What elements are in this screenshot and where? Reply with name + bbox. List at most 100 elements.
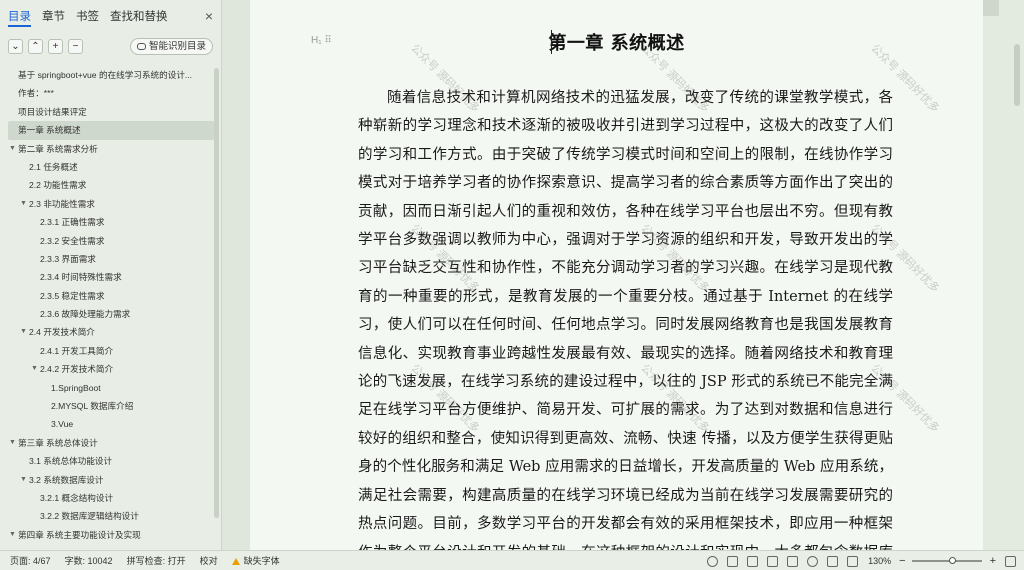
sidebar-tabs: 目录 章节 书签 查找和替换 × [0, 0, 221, 32]
caret-icon[interactable]: ▼ [20, 471, 27, 489]
zoom-slider-knob[interactable] [949, 557, 957, 564]
page-corner [983, 0, 999, 16]
smart-toc-label: 智能识别目录 [148, 40, 206, 52]
toc-item-label: 第三章 系统总体设计 [18, 437, 98, 448]
document-page[interactable]: H₁ ⠿ 第一章 系统概述 随着信息技术和计算机网络技术的迅猛发展，改变了传统的… [250, 0, 983, 550]
caret-icon[interactable]: ▼ [31, 360, 38, 378]
outline-sidebar: 目录 章节 书签 查找和替换 × ⌄ ⌃ + − 智能识别目录 基于 sprin… [0, 0, 222, 550]
proofread-button[interactable]: 校对 [200, 554, 218, 567]
toc-item-label: 2.3.5 稳定性需求 [40, 290, 105, 301]
toc-item[interactable]: ▼ 2.3 非功能性需求 [8, 195, 214, 213]
caret-icon[interactable]: ▼ [20, 195, 27, 213]
ai-icon [136, 42, 146, 50]
toc-item-label: 2.3.2 安全性需求 [40, 235, 105, 246]
expand-all-button[interactable]: ⌃ [28, 38, 43, 54]
add-entry-button[interactable]: + [48, 38, 63, 54]
toc-item[interactable]: ▼ 3.2 系统数据库设计 [8, 471, 214, 489]
toc-item-label: 2.3.3 界面需求 [40, 253, 96, 264]
zoom-slider[interactable] [911, 557, 982, 564]
body-paragraph[interactable]: 随着信息技术和计算机网络技术的迅猛发展，改变了传统的课堂教学模式，各种崭新的学习… [358, 84, 893, 550]
toc-item-label: 基于 springboot+vue 的在线学习系统的设计... [18, 70, 193, 80]
toc-item[interactable]: 2.1 任务概述 [8, 158, 214, 176]
toc-item-label: 3.1 系统总体功能设计 [29, 456, 113, 467]
toc-item[interactable]: 2.3.4 时间特殊性需求 [8, 268, 214, 286]
toc-item[interactable]: ▼ 第二章 系统需求分析 [8, 140, 214, 158]
toc-toolbar: ⌄ ⌃ + − 智能识别目录 [0, 32, 221, 60]
toc-item-label: 2.3.6 故障处理能力需求 [40, 309, 131, 320]
zoom-in-button[interactable]: + [990, 555, 996, 567]
missing-font-label: 缺失字体 [243, 556, 280, 566]
toc-item-label: 项目设计结果评定 [18, 106, 87, 117]
page-view-icon[interactable] [727, 555, 739, 567]
toc-item-label: 第二章 系统需求分析 [18, 143, 98, 154]
view-controls: 130% − + [698, 551, 1016, 570]
toc-item[interactable]: 2.4.1 开发工具简介 [8, 342, 214, 360]
toc-item-label: 2.1 任务概述 [29, 161, 78, 172]
close-icon[interactable]: × [205, 8, 213, 24]
status-bar: 页面: 4/67 字数: 10042 拼写检查: 打开 校对 缺失字体 130%… [0, 550, 1024, 570]
toc-item[interactable]: 3.2.2 数据库逻辑结构设计 [8, 507, 214, 525]
toc-item[interactable]: ▼ 第四章 系统主要功能设计及实现 [8, 526, 214, 544]
tab-find-replace[interactable]: 查找和替换 [110, 6, 168, 26]
tab-toc[interactable]: 目录 [8, 6, 31, 27]
spellcheck-toggle[interactable]: 拼写检查: 打开 [127, 554, 186, 567]
toc-item[interactable]: ▼ 2.4.2 开发技术简介 [8, 360, 214, 378]
toc-item-label: 第一章 系统概述 [18, 125, 81, 136]
toc-item-label: 作者：*** [18, 88, 54, 99]
web-view-icon[interactable] [807, 555, 819, 567]
toc-scrollbar[interactable] [214, 68, 219, 518]
caret-icon[interactable]: ▼ [20, 323, 27, 341]
eye-icon[interactable] [707, 555, 719, 567]
toc-item[interactable]: 2.3.3 界面需求 [8, 250, 214, 268]
toc-item-label: 2.3.4 时间特殊性需求 [40, 272, 122, 283]
text-cursor [551, 30, 552, 54]
toc-item[interactable]: 2.3.5 稳定性需求 [8, 287, 214, 305]
toc-item[interactable]: 项目设计结果评定 [8, 103, 214, 121]
toc-item[interactable]: 作者：*** [8, 84, 214, 102]
watermark-text: 公众号 源码好优多 [250, 360, 253, 436]
toc-item[interactable]: 1.SpringBoot [8, 379, 214, 397]
toc-item-label: 2.4.2 开发技术简介 [40, 364, 114, 375]
zoom-out-button[interactable]: − [899, 555, 905, 567]
toc-item-label: 2.4.1 开发工具简介 [40, 345, 114, 356]
zoom-level[interactable]: 130% [868, 556, 891, 566]
toc-item[interactable]: 2.3.6 故障处理能力需求 [8, 305, 214, 323]
watermark-text: 公众号 源码好优多 [250, 220, 253, 296]
fit-icon[interactable] [847, 555, 859, 567]
toc-item[interactable]: 第一章 系统概述 [8, 121, 214, 140]
toc-item[interactable]: 3.Vue [8, 415, 214, 433]
toc-item[interactable]: 2.3.2 安全性需求 [8, 232, 214, 250]
toc-item-label: 第四章 系统主要功能设计及实现 [18, 529, 141, 540]
toc-item-label: 2.2 功能性需求 [29, 180, 87, 191]
toc-item[interactable]: 基于 springboot+vue 的在线学习系统的设计... [8, 66, 214, 84]
fullscreen-icon[interactable] [1005, 555, 1016, 567]
chapter-title[interactable]: 第一章 系统概述 [250, 29, 983, 55]
toc-item[interactable]: 2.3.1 正确性需求 [8, 213, 214, 231]
toc-item-label: 3.Vue [51, 419, 74, 430]
tab-bookmarks[interactable]: 书签 [76, 6, 99, 26]
page-indicator[interactable]: 页面: 4/67 [10, 554, 51, 567]
pen-icon[interactable] [827, 555, 839, 567]
missing-font-warning[interactable]: 缺失字体 [231, 554, 280, 567]
smart-toc-button[interactable]: 智能识别目录 [129, 37, 213, 55]
toc-item[interactable]: ▼ 2.4 开发技术简介 [8, 323, 214, 341]
collapse-all-button[interactable]: ⌄ [8, 38, 23, 54]
toc-item[interactable]: 2.2 功能性需求 [8, 176, 214, 194]
document-scrollbar[interactable] [1014, 44, 1020, 106]
play-icon[interactable] [787, 555, 799, 567]
reading-mode-icon[interactable] [767, 555, 779, 567]
caret-icon[interactable]: ▼ [9, 526, 16, 544]
caret-icon[interactable]: ▼ [9, 434, 16, 452]
toc-item[interactable]: 2.MYSQL 数据库介绍 [8, 397, 214, 415]
toc-item-label: 2.MYSQL 数据库介绍 [51, 401, 134, 412]
toc-item[interactable]: 3.2.1 概念结构设计 [8, 489, 214, 507]
toc-item[interactable]: 3.1 系统总体功能设计 [8, 452, 214, 470]
tab-chapters[interactable]: 章节 [42, 6, 65, 26]
outline-view-icon[interactable] [747, 555, 759, 567]
remove-entry-button[interactable]: − [68, 38, 83, 54]
caret-icon[interactable]: ▼ [9, 140, 16, 158]
toc-item[interactable]: ▼ 第三章 系统总体设计 [8, 434, 214, 452]
warning-icon [231, 558, 240, 565]
toc-list: 基于 springboot+vue 的在线学习系统的设计... 作者：*** 项目设… [8, 66, 214, 550]
word-count[interactable]: 字数: 10042 [65, 554, 113, 567]
